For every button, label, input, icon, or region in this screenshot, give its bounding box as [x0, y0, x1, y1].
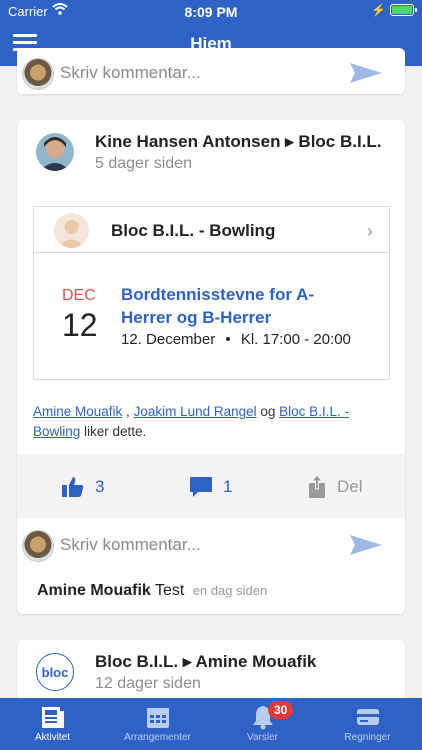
calendar-icon: [146, 708, 169, 728]
comment-count: 1: [223, 477, 233, 496]
group-avatar-placeholder-icon: [54, 213, 89, 248]
bloc-logo[interactable]: bloc: [36, 653, 74, 691]
event-group-name: Bloc B.I.L. - Bowling: [111, 221, 276, 240]
send-icon[interactable]: [349, 62, 383, 84]
likes-summary: Amine Mouafik , Joakim Lund Rangel og Bl…: [33, 402, 389, 442]
event-date: 12. December: [121, 331, 216, 348]
comment-button[interactable]: 1: [189, 474, 232, 500]
post-header: Kine Hansen Antonsen ▸ Bloc B.I.L. 5 dag…: [17, 120, 405, 184]
tab-aktivitet[interactable]: Aktivitet: [0, 698, 105, 750]
comment-text: Test: [154, 582, 185, 599]
status-bar: Carrier 8:09 PM ⚡: [0, 0, 422, 22]
credit-card-icon: [356, 709, 379, 725]
comment-timestamp: en dag siden: [192, 583, 268, 598]
like-count: 3: [95, 477, 105, 496]
likes-separator: og: [256, 404, 280, 419]
comment-input-row[interactable]: Skriv kommentar...: [17, 522, 405, 566]
event-month: DEC: [62, 287, 96, 304]
event-group-row[interactable]: Bloc B.I.L. - Bowling ›: [34, 207, 389, 253]
clock: 8:09 PM: [184, 4, 238, 20]
post-timestamp: 12 dager siden: [95, 675, 201, 692]
post-header: bloc Bloc B.I.L. ▸ Amine Mouafik 12 dage…: [17, 640, 405, 704]
likes-separator: ,: [122, 404, 134, 419]
event-datetime: 12. December • Kl. 17:00 - 20:00: [121, 331, 351, 348]
previous-post-card: Skriv kommentar...: [17, 48, 405, 94]
comment-item: Amine Mouafik Test en dag siden: [37, 582, 267, 600]
event-time: Kl. 17:00 - 20:00: [240, 331, 351, 348]
notification-badge: 30: [268, 701, 294, 719]
event-title[interactable]: Bordtennisstevne for A-Herrer og B-Herre…: [121, 283, 351, 329]
tab-label: Aktivitet: [34, 732, 70, 743]
tab-regninger[interactable]: Regninger: [315, 698, 420, 750]
liker-link[interactable]: Amine Mouafik: [33, 404, 122, 419]
author-avatar[interactable]: [36, 133, 74, 171]
thumbs-up-icon: [62, 477, 84, 497]
share-icon: [309, 475, 325, 498]
tab-label: Arrangementer: [124, 732, 191, 743]
user-avatar: [22, 58, 54, 90]
speech-bubble-icon: [190, 477, 212, 497]
comment-author[interactable]: Amine Mouafik: [37, 582, 151, 599]
tab-label: Regninger: [344, 732, 391, 743]
comment-input[interactable]: Skriv kommentar...: [60, 535, 201, 555]
post-card: Kine Hansen Antonsen ▸ Bloc B.I.L. 5 dag…: [17, 120, 405, 614]
event-card[interactable]: Bloc B.I.L. - Bowling › DEC 12 Bordtenni…: [33, 206, 390, 380]
bloc-logo-text: bloc: [41, 664, 69, 680]
user-avatar: [22, 530, 54, 562]
tab-bar: Aktivitet Arrangementer 30 Varsler Regni…: [0, 698, 422, 750]
comment-input-row[interactable]: Skriv kommentar...: [17, 50, 405, 94]
newspaper-icon: [41, 707, 64, 728]
battery-icon: [390, 4, 417, 16]
post-author[interactable]: Kine Hansen Antonsen ▸ Bloc B.I.L.: [95, 132, 382, 152]
share-button[interactable]: Del: [307, 474, 363, 500]
liker-link[interactable]: Joakim Lund Rangel: [134, 404, 257, 419]
like-button[interactable]: 3: [61, 474, 104, 500]
event-day: 12: [62, 307, 98, 343]
likes-suffix: liker dette.: [80, 424, 147, 439]
comment-input[interactable]: Skriv kommentar...: [60, 63, 201, 83]
tab-label: Varsler: [247, 732, 278, 743]
chevron-right-icon: ›: [367, 221, 373, 241]
tab-varsler[interactable]: 30 Varsler: [210, 698, 315, 750]
post-action-bar: 3 1 Del: [17, 454, 405, 518]
share-label: Del: [337, 477, 363, 496]
post-author[interactable]: Bloc B.I.L. ▸ Amine Mouafik: [95, 652, 316, 672]
event-meta-separator: •: [225, 331, 231, 348]
charging-icon: ⚡: [371, 3, 386, 17]
send-icon[interactable]: [349, 534, 383, 556]
tab-arrangementer[interactable]: Arrangementer: [105, 698, 210, 750]
post-timestamp: 5 dager siden: [95, 155, 192, 172]
